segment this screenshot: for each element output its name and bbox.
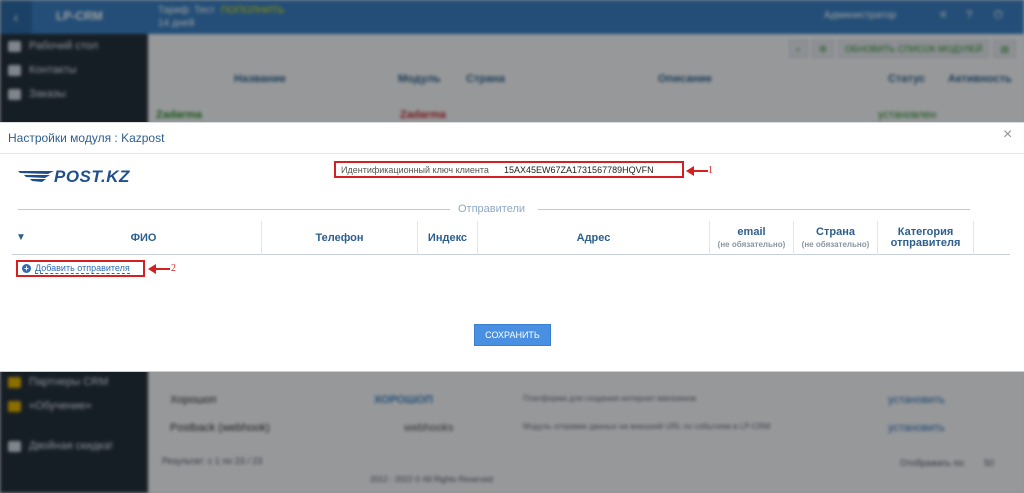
annotation-number-1: 1: [708, 165, 713, 176]
add-sender-label: Добавить отправителя: [35, 263, 130, 274]
annotation-number-2: 2: [171, 263, 176, 274]
col-address: Адрес: [478, 221, 710, 255]
senders-table-header: ▼ ФИО Телефон Индекс Адрес email (не обяз…: [12, 221, 1010, 255]
col-phone: Телефон: [262, 221, 418, 255]
annotation-arrow-2: [148, 264, 170, 274]
plus-circle-icon: +: [22, 264, 31, 273]
client-key-field-highlight: Идентификационный ключ клиента: [334, 161, 684, 178]
col-sender-category: Категория отправителя: [878, 221, 974, 255]
client-key-label: Идентификационный ключ клиента: [341, 165, 489, 175]
senders-section-divider: Отправители: [18, 203, 970, 215]
kazpost-logo: POST.KZ: [18, 166, 138, 186]
add-sender-button[interactable]: + Добавить отправителя: [16, 260, 145, 277]
col-index: Индекс: [418, 221, 478, 255]
modal-divider: [0, 153, 1024, 154]
wing-icon: [18, 171, 54, 182]
section-title: Отправители: [458, 203, 526, 215]
col-fio: ФИО: [26, 221, 262, 255]
logo-text: POST.KZ: [54, 167, 130, 186]
close-icon[interactable]: ×: [1003, 127, 1012, 143]
module-settings-modal: Настройки модуля : Kazpost × POST.KZ Иде…: [0, 122, 1024, 372]
annotation-arrow-1: [686, 166, 708, 176]
modal-title: Настройки модуля : Kazpost: [8, 131, 165, 145]
col-email: email (не обязательно): [710, 221, 794, 255]
save-button[interactable]: СОХРАНИТЬ: [474, 324, 551, 346]
client-key-input[interactable]: [504, 163, 659, 176]
sort-toggle-icon[interactable]: ▼: [16, 232, 26, 243]
col-country: Страна (не обязательно): [794, 221, 878, 255]
